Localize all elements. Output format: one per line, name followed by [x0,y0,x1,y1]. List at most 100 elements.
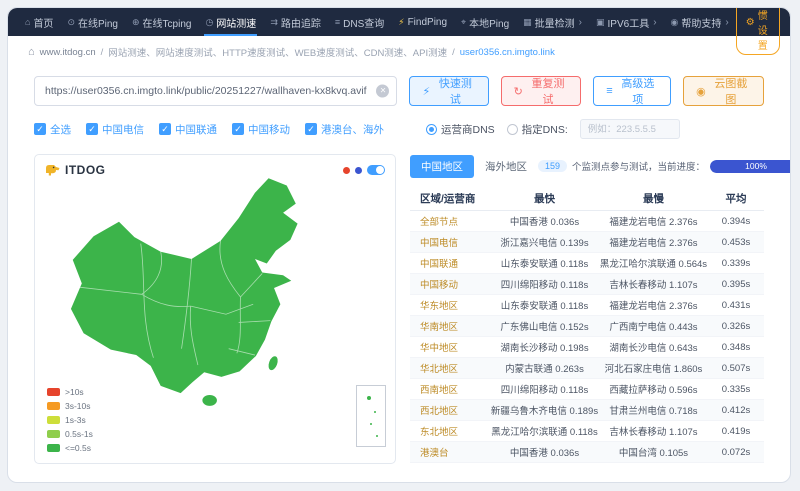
nav-item-online-ping[interactable]: ⊙ 在线Ping [60,8,125,36]
fastest-cell: 中国香港 0.036s [509,217,580,228]
itdog-logo: ITDOG [45,163,106,177]
camera-icon: ◉ [696,85,706,98]
nav-item-label: 路由追踪 [280,18,321,30]
header-average: 平均 [725,192,747,205]
table-row[interactable]: 华北地区 内蒙古联通 0.263s 河北石家庄电信 1.860s 0.507s [410,358,764,379]
china-map [70,178,298,406]
radio-custom-dns[interactable]: 指定DNS: [506,122,568,137]
nav-item-label: FindPing [407,16,448,28]
table-row[interactable]: 西北地区 新疆乌鲁木齐电信 0.189s 甘肃兰州电信 0.718s 0.412s [410,400,764,421]
quick-test-button[interactable]: ⚡ 快速测试 [409,76,489,106]
table-row[interactable]: 华南地区 广东佛山电信 0.152s 广西南宁电信 0.443s 0.326s [410,316,764,337]
fastest-cell: 新疆乌鲁木齐电信 0.189s [490,406,599,417]
website-speed-icon: ◷ [205,16,214,27]
legend-label: <=0.5s [65,443,91,453]
table-row[interactable]: 中国电信 浙江嘉兴电信 0.139s 福建龙岩电信 2.376s 0.453s [410,232,764,253]
tab-china-region[interactable]: 中国地区 [410,154,474,178]
repeat-test-label: 重复测试 [531,78,565,106]
tab-overseas-region[interactable]: 海外地区 [474,155,538,178]
table-row[interactable]: 华东地区 山东泰安联通 0.118s 福建龙岩电信 2.376s 0.431s [410,295,764,316]
gear-icon: ⚙ [745,16,755,28]
breadcrumb-separator: / [100,46,104,58]
radio-operator-dns[interactable]: 运营商DNS [426,122,495,137]
table-row[interactable]: 华中地区 湖南长沙移动 0.198s 湖南长沙电信 0.643s 0.348s [410,337,764,358]
nav-item-route-trace[interactable]: ⇉ 路由追踪 [263,8,328,36]
south-china-sea-inset [356,385,386,447]
map-toggle[interactable] [367,165,385,175]
repeat-test-button[interactable]: ↻ 重复测试 [500,76,582,106]
checkbox-china-telecom[interactable]: ✓ 中国电信 [86,122,144,137]
help-support-icon: ◉ [670,16,679,27]
checkbox-label: 中国移动 [248,123,290,136]
top-nav: ⌂ 首页 ⊙ 在线Ping ⊕ 在线Tcping ◷ 网站测速 ⇉ 路由追踪 ≡ DNS查询 ⚡ Find… [8,8,790,55]
progress-bar: 100% [710,159,790,173]
home-icon: ⌂ [28,45,35,58]
fastest-cell: 浙江嘉兴电信 0.139s [500,238,589,249]
region-cell: 中国移动 [420,280,459,291]
avg-cell: 0.412s [721,404,751,416]
legend-item-3s-10s: 3s-10s [47,401,93,411]
results-header: 中国地区 海外地区 159 个监测点参与测试，当前进度： 100% [410,154,790,178]
checkbox-group: ✓ 全选 ✓ 中国电信 ✓ 中国联通 ✓ 中国移动 ✓ 港澳台、海外 [34,122,384,137]
table-row[interactable]: 中国联通 山东泰安联通 0.118s 黑龙江哈尔滨联通 0.564s 0.339s [410,253,764,274]
nav-item-findping[interactable]: ⚡ FindPing [391,8,454,36]
breadcrumb: ⌂ www.itdog.cn / 网站测速、网站速度测试、HTTP速度测试、WE… [8,36,790,59]
checkbox-china-mobile[interactable]: ✓ 中国移动 [232,122,290,137]
checkbox-label: 全选 [50,123,71,136]
logo-text: ITDOG [65,163,106,177]
nav-item-dns-query[interactable]: ≡ DNS查询 [328,8,391,36]
table-row[interactable]: 港澳台 中国香港 0.036s 中国台湾 0.105s 0.072s [410,442,764,463]
findping-icon: ⚡ [398,16,405,27]
nav-item-batch-test[interactable]: ▦ 批量检测 › [516,8,589,36]
cloud-screenshot-button[interactable]: ◉ 云图截图 [683,76,765,106]
checkbox-label: 中国联通 [175,123,217,136]
checkmark-icon: ✓ [305,123,317,135]
table-row[interactable]: 中国移动 四川绵阳移动 0.118s 吉林长春移动 1.107s 0.395s [410,274,764,295]
online-tcping-icon: ⊕ [132,16,140,27]
url-input[interactable] [34,76,398,106]
route-trace-icon: ⇉ [270,16,278,27]
settings-button[interactable]: ⚙ 习惯设置 [735,8,780,55]
clear-icon[interactable]: × [376,84,390,98]
fastest-cell: 内蒙古联通 0.263s [505,364,584,375]
legend-swatch [47,444,60,452]
nav-item-label: 网站测速 [216,18,257,30]
breadcrumb-current[interactable]: user0356.cn.imgto.link [460,47,555,58]
region-cell: 中国联通 [420,259,459,270]
dns-input[interactable] [579,119,680,139]
nav-item-help-support[interactable]: ◉ 帮助支持 › [664,8,736,36]
test-toolbar: × ⚡ 快速测试 ↻ 重复测试 ≡ 高级选项 ◉ 云图截图 [34,76,765,106]
results-table-header: 区域/运营商 最快 最慢 平均 [410,186,764,211]
checkbox-hmt-overseas[interactable]: ✓ 港澳台、海外 [305,122,384,137]
table-row[interactable]: 全部节点 中国香港 0.036s 福建龙岩电信 2.376s 0.394s [410,211,764,232]
legend-item-lte-05s: <=0.5s [47,443,93,453]
url-input-wrap: × [34,76,398,106]
checkbox-label: 港澳台、海外 [321,123,384,136]
nav-item-website-speed[interactable]: ◷ 网站测速 [198,8,263,36]
fastest-cell: 山东泰安联通 0.118s [500,301,589,312]
nav-item-home[interactable]: ⌂ 首页 [18,8,60,36]
avg-cell: 0.339s [721,257,751,269]
slowest-cell: 吉林长春移动 1.107s [609,427,698,438]
legend-label: 3s-10s [65,401,91,411]
advanced-options-button[interactable]: ≡ 高级选项 [593,76,672,106]
checkbox-select-all[interactable]: ✓ 全选 [34,122,71,137]
table-row[interactable]: 西南地区 四川绵阳移动 0.118s 西藏拉萨移动 0.596s 0.335s [410,379,764,400]
checkbox-china-unicom[interactable]: ✓ 中国联通 [159,122,217,137]
home-icon: ⌂ [25,17,31,27]
avg-cell: 0.348s [721,341,751,353]
breadcrumb-site[interactable]: www.itdog.cn [40,47,96,58]
avg-cell: 0.419s [721,425,751,437]
slowest-cell: 黑龙江哈尔滨联通 0.564s [599,259,708,270]
chevron-right-icon: › [653,16,657,28]
progress-value: 100% [745,160,767,171]
nav-item-online-tcping[interactable]: ⊕ 在线Tcping [125,8,198,36]
nav-item-ipv6-tools[interactable]: ▣ IPV6工具 › [589,8,664,36]
nav-item-label: 帮助支持 [681,18,722,30]
nav-item-local-ping[interactable]: ⌖ 本地Ping [454,8,516,36]
slowest-cell: 西藏拉萨移动 0.596s [609,385,698,396]
region-cell: 西北地区 [420,406,459,417]
taiwan-island [268,356,278,371]
main-content: ITDOG >10s 3s-10s 1s-3s 0.5s-1s <=0.5s 中… [34,154,790,464]
table-row[interactable]: 东北地区 黑龙江哈尔滨联通 0.118s 吉林长春移动 1.107s 0.419s [410,421,764,442]
